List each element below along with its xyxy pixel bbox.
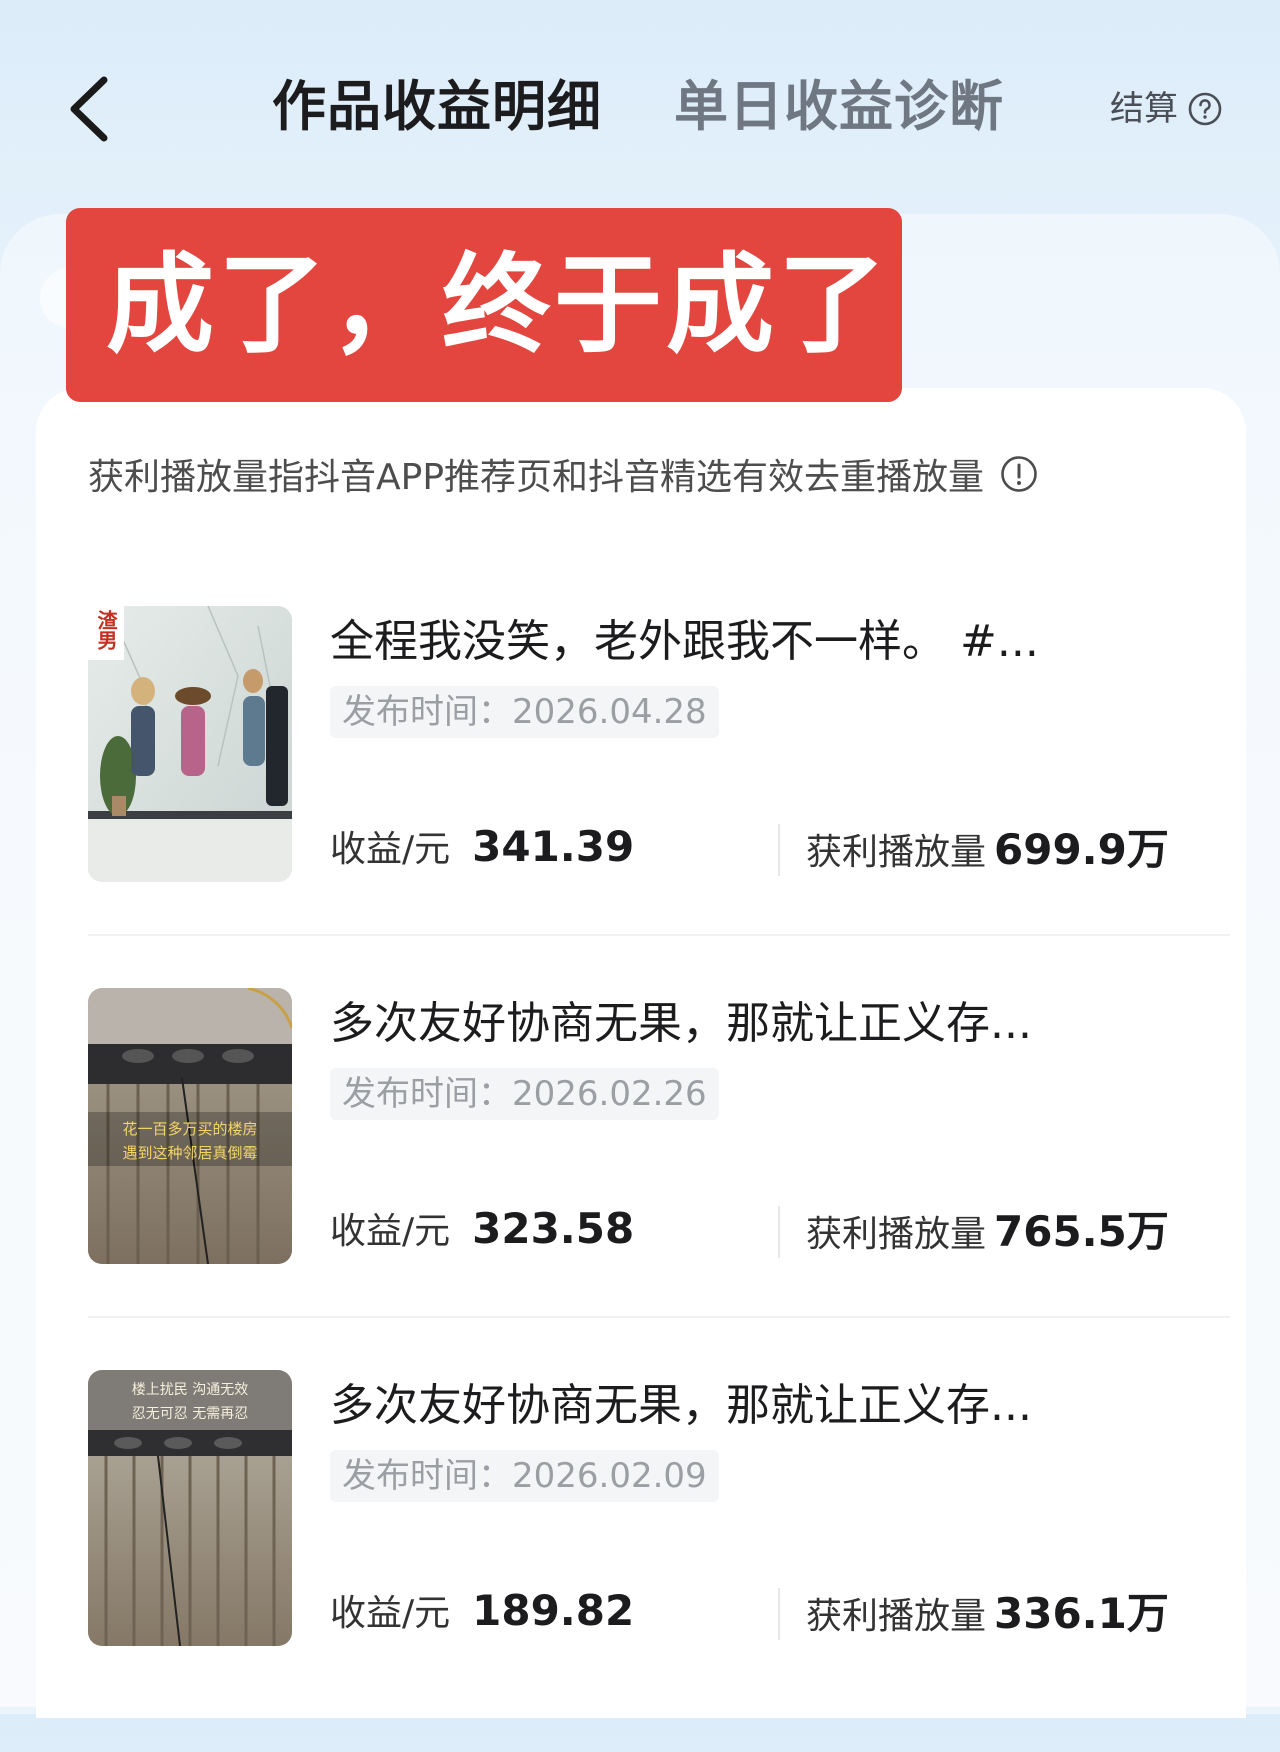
income-value: 323.58 [472, 1204, 635, 1253]
publish-date: 发布时间：2026.02.26 [330, 1068, 719, 1120]
svg-text:遇到这种邻居真倒霉: 遇到这种邻居真倒霉 [122, 1144, 257, 1162]
video-thumbnail-image: 楼上扰民 沟通无效 忍无可忍 无需再忍 [88, 1370, 292, 1646]
tab-work-earnings-detail[interactable]: 作品收益明细 [272, 72, 602, 142]
back-button[interactable] [62, 74, 122, 144]
question-circle-icon [1188, 92, 1222, 126]
top-bar: 作品收益明细 单日收益诊断 结算 [0, 0, 1280, 200]
income-label: 收益/元 [330, 1211, 451, 1252]
income-value: 189.82 [472, 1586, 635, 1635]
earnings-card: 获利播放量指抖音APP推荐页和抖音精选有效去重播放量 渣男 全程我没笑，老外跟我… [36, 388, 1246, 1718]
video-thumbnail-image: 渣男 [88, 606, 292, 882]
plays-value: 336.1万 [994, 1589, 1169, 1638]
thumbnail-caption: 花一百多万买的楼房 [122, 1120, 257, 1138]
row-divider [88, 1316, 1230, 1318]
video-thumbnail[interactable]: 楼上扰民 沟通无效 忍无可忍 无需再忍 [88, 1370, 292, 1646]
video-thumbnail[interactable]: 花一百多万买的楼房 遇到这种邻居真倒霉 [88, 988, 292, 1264]
publish-date: 发布时间：2026.02.09 [330, 1450, 719, 1502]
profitable-plays: 获利播放量 336.1万 [806, 1580, 1169, 1641]
chevron-left-icon [70, 76, 108, 142]
svg-text:忍无可忍 无需再忍: 忍无可忍 无需再忍 [132, 1406, 248, 1422]
exclamation-circle-icon[interactable] [1000, 455, 1038, 493]
video-title[interactable]: 多次友好协商无果，那就让正义存... [330, 994, 1032, 1054]
plays-label: 获利播放量 [806, 832, 987, 873]
thumbnail-badge-text: 渣男 [94, 609, 118, 650]
income-label: 收益/元 [330, 1593, 451, 1634]
svg-text:楼上扰民 沟通无效: 楼上扰民 沟通无效 [132, 1382, 248, 1398]
plays-value: 765.5万 [994, 1207, 1169, 1256]
profitable-plays: 获利播放量 765.5万 [806, 1198, 1169, 1259]
income: 收益/元 323.58 [330, 1202, 634, 1254]
row-divider [88, 934, 1230, 936]
tab-daily-earnings-diagnosis[interactable]: 单日收益诊断 [674, 72, 1004, 142]
publish-date: 发布时间：2026.04.28 [330, 686, 719, 738]
video-thumbnail-image: 花一百多万买的楼房 遇到这种邻居真倒霉 [88, 988, 292, 1264]
divider [778, 1206, 780, 1258]
list-item[interactable]: 花一百多万买的楼房 遇到这种邻居真倒霉 多次友好协商无果，那就让正义存... 发… [36, 988, 1246, 1370]
income: 收益/元 341.39 [330, 820, 634, 872]
income: 收益/元 189.82 [330, 1584, 634, 1636]
headline-text: 成了，终于成了 [106, 242, 891, 368]
play-count-note: 获利播放量指抖音APP推荐页和抖音精选有效去重播放量 [88, 448, 1038, 500]
settle-help-button[interactable]: 结算 [1110, 86, 1222, 132]
settle-label: 结算 [1110, 89, 1178, 129]
income-value: 341.39 [472, 822, 635, 871]
play-count-note-text: 获利播放量指抖音APP推荐页和抖音精选有效去重播放量 [88, 457, 985, 498]
video-thumbnail[interactable]: 渣男 [88, 606, 292, 882]
income-label: 收益/元 [330, 829, 451, 870]
profitable-plays: 获利播放量 699.9万 [806, 816, 1169, 877]
plays-label: 获利播放量 [806, 1214, 987, 1255]
divider [778, 1588, 780, 1640]
video-title[interactable]: 多次友好协商无果，那就让正义存... [330, 1376, 1032, 1436]
headline-banner: 成了，终于成了 [66, 208, 902, 402]
divider [778, 824, 780, 876]
video-title[interactable]: 全程我没笑，老外跟我不一样。 #... [330, 612, 1039, 672]
plays-label: 获利播放量 [806, 1596, 987, 1637]
list-item[interactable]: 渣男 全程我没笑，老外跟我不一样。 #... 发布时间：2026.04.28 收… [36, 606, 1246, 988]
plays-value: 699.9万 [994, 825, 1169, 874]
list-item[interactable]: 楼上扰民 沟通无效 忍无可忍 无需再忍 多次友好协商无果，那就让正义存... 发… [36, 1370, 1246, 1752]
